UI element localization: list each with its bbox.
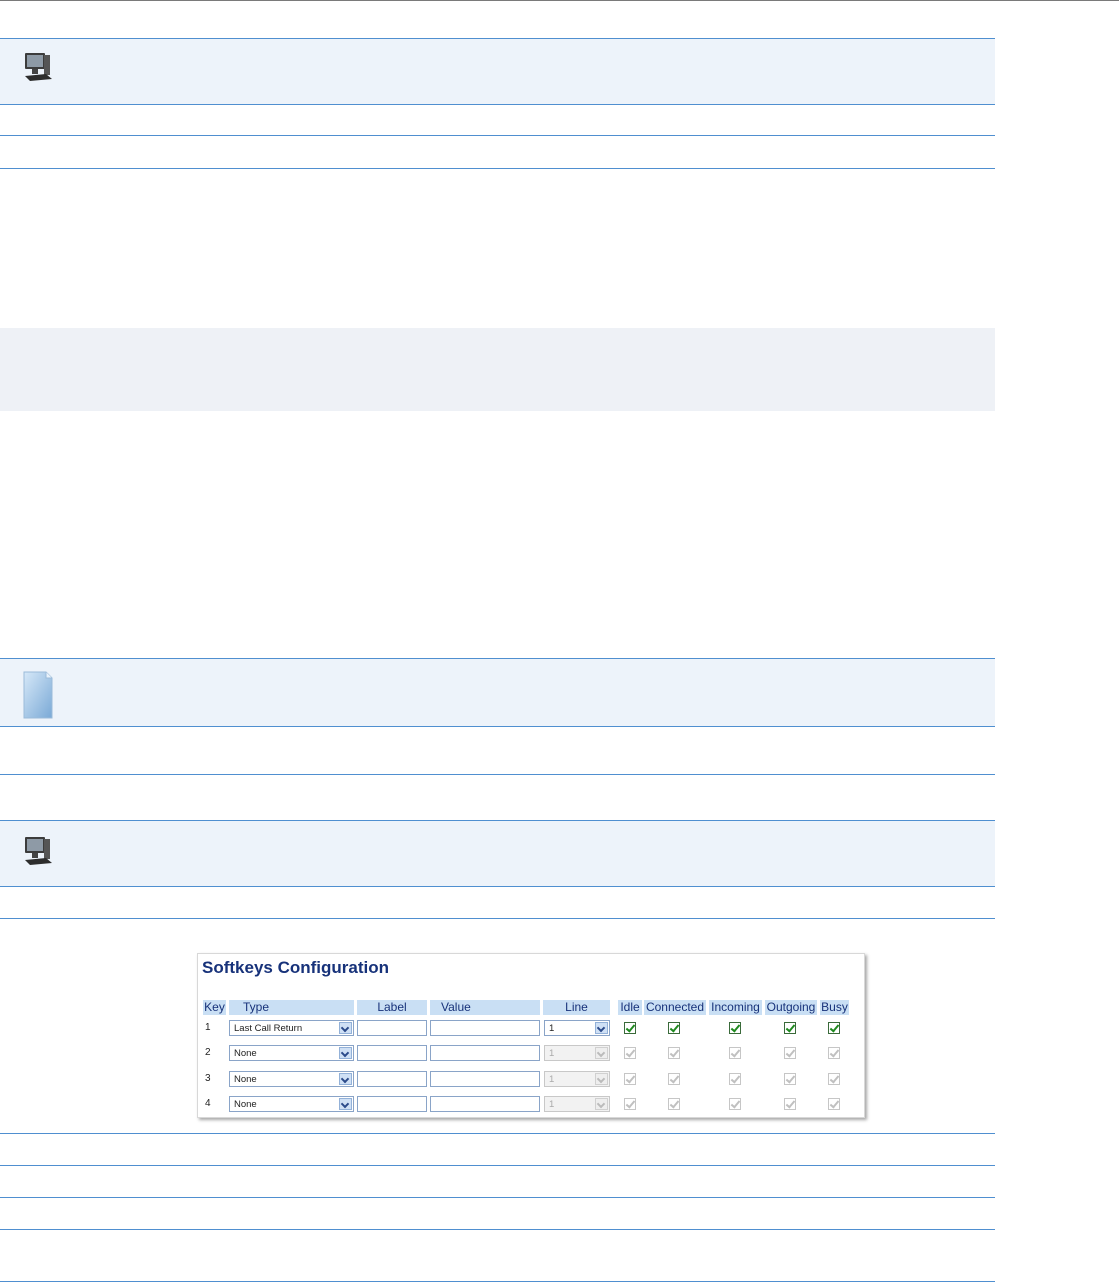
- softkeys-configuration-panel: Softkeys Configuration Key Type Label Va…: [197, 953, 865, 1118]
- softkey-busy-checkbox: [828, 1073, 840, 1085]
- web-ui-note-band-1: [0, 38, 995, 104]
- softkey-incoming-checkbox[interactable]: [729, 1022, 741, 1034]
- softkey-type-value: Last Call Return: [234, 1023, 303, 1034]
- softkey-idle-checkbox: [624, 1073, 636, 1085]
- softkey-value-input[interactable]: [430, 1045, 540, 1061]
- rule: [0, 168, 995, 169]
- softkey-line-select[interactable]: 1: [544, 1020, 610, 1036]
- softkey-number: 4: [205, 1098, 211, 1109]
- chevron-down-icon: [339, 1022, 352, 1034]
- rule: [0, 1229, 995, 1230]
- softkey-incoming-checkbox: [729, 1098, 741, 1110]
- softkey-label-input[interactable]: [357, 1071, 427, 1087]
- softkey-type-value: None: [234, 1048, 257, 1059]
- softkey-line-value: 1: [549, 1099, 555, 1110]
- col-header-value: Value: [430, 1000, 540, 1015]
- softkey-number: 2: [205, 1047, 211, 1058]
- col-header-incoming: Incoming: [709, 1000, 762, 1015]
- softkey-connected-checkbox[interactable]: [668, 1022, 680, 1034]
- col-header-busy: Busy: [820, 1000, 849, 1015]
- computer-monitor-icon: [25, 53, 52, 81]
- rule: [0, 1133, 995, 1134]
- col-header-connected: Connected: [644, 1000, 706, 1015]
- softkey-label-input[interactable]: [357, 1045, 427, 1061]
- softkey-connected-checkbox: [668, 1047, 680, 1059]
- softkey-type-select[interactable]: Last Call Return: [229, 1020, 354, 1036]
- col-header-label: Label: [357, 1000, 427, 1015]
- rule: [0, 726, 995, 727]
- softkey-value-input[interactable]: [430, 1096, 540, 1112]
- col-header-key: Key: [203, 1000, 226, 1015]
- softkey-idle-checkbox: [624, 1098, 636, 1110]
- softkey-outgoing-checkbox: [784, 1073, 796, 1085]
- web-ui-note-band-2: [0, 820, 995, 886]
- chevron-down-icon: [595, 1047, 608, 1059]
- col-header-outgoing: Outgoing: [765, 1000, 817, 1015]
- rule: [0, 918, 995, 919]
- softkey-number: 1: [205, 1022, 211, 1033]
- note-band: [0, 658, 995, 726]
- softkey-line-value: 1: [549, 1074, 555, 1085]
- softkey-connected-checkbox: [668, 1098, 680, 1110]
- softkey-busy-checkbox: [828, 1047, 840, 1059]
- softkey-line-select: 1: [544, 1045, 610, 1061]
- page-top-border: [0, 0, 1119, 1]
- rule: [0, 886, 995, 887]
- col-header-type: Type: [229, 1000, 354, 1015]
- rule: [0, 104, 995, 105]
- softkey-incoming-checkbox: [729, 1073, 741, 1085]
- softkey-line-select: 1: [544, 1071, 610, 1087]
- rule: [0, 1165, 995, 1166]
- gray-info-band: [0, 328, 995, 411]
- softkey-label-input[interactable]: [357, 1020, 427, 1036]
- softkey-incoming-checkbox: [729, 1047, 741, 1059]
- chevron-down-icon: [339, 1073, 352, 1085]
- softkey-label-input[interactable]: [357, 1096, 427, 1112]
- note-icon: [23, 671, 53, 719]
- softkey-type-value: None: [234, 1099, 257, 1110]
- rule: [0, 774, 995, 775]
- computer-monitor-icon: [25, 837, 52, 865]
- softkey-connected-checkbox: [668, 1073, 680, 1085]
- softkey-line-value: 1: [549, 1023, 555, 1034]
- col-header-idle: Idle: [618, 1000, 642, 1015]
- softkey-idle-checkbox[interactable]: [624, 1022, 636, 1034]
- softkey-number: 3: [205, 1073, 211, 1084]
- softkey-line-value: 1: [549, 1048, 555, 1059]
- softkey-type-select[interactable]: None: [229, 1045, 354, 1061]
- chevron-down-icon: [595, 1073, 608, 1085]
- softkey-value-input[interactable]: [430, 1071, 540, 1087]
- rule: [0, 38, 995, 39]
- softkey-outgoing-checkbox: [784, 1098, 796, 1110]
- softkey-busy-checkbox: [828, 1098, 840, 1110]
- softkey-type-value: None: [234, 1074, 257, 1085]
- softkey-outgoing-checkbox[interactable]: [784, 1022, 796, 1034]
- softkey-value-input[interactable]: [430, 1020, 540, 1036]
- rule: [0, 135, 995, 136]
- softkey-idle-checkbox: [624, 1047, 636, 1059]
- chevron-down-icon: [339, 1098, 352, 1110]
- rule: [0, 1197, 995, 1198]
- rule: [0, 820, 995, 821]
- softkey-type-select[interactable]: None: [229, 1071, 354, 1087]
- softkey-line-select: 1: [544, 1096, 610, 1112]
- chevron-down-icon: [595, 1022, 608, 1034]
- softkey-busy-checkbox[interactable]: [828, 1022, 840, 1034]
- softkey-outgoing-checkbox: [784, 1047, 796, 1059]
- chevron-down-icon: [595, 1098, 608, 1110]
- panel-title: Softkeys Configuration: [202, 958, 390, 977]
- col-header-line: Line: [543, 1000, 610, 1015]
- chevron-down-icon: [339, 1047, 352, 1059]
- softkey-type-select[interactable]: None: [229, 1096, 354, 1112]
- rule: [0, 658, 995, 659]
